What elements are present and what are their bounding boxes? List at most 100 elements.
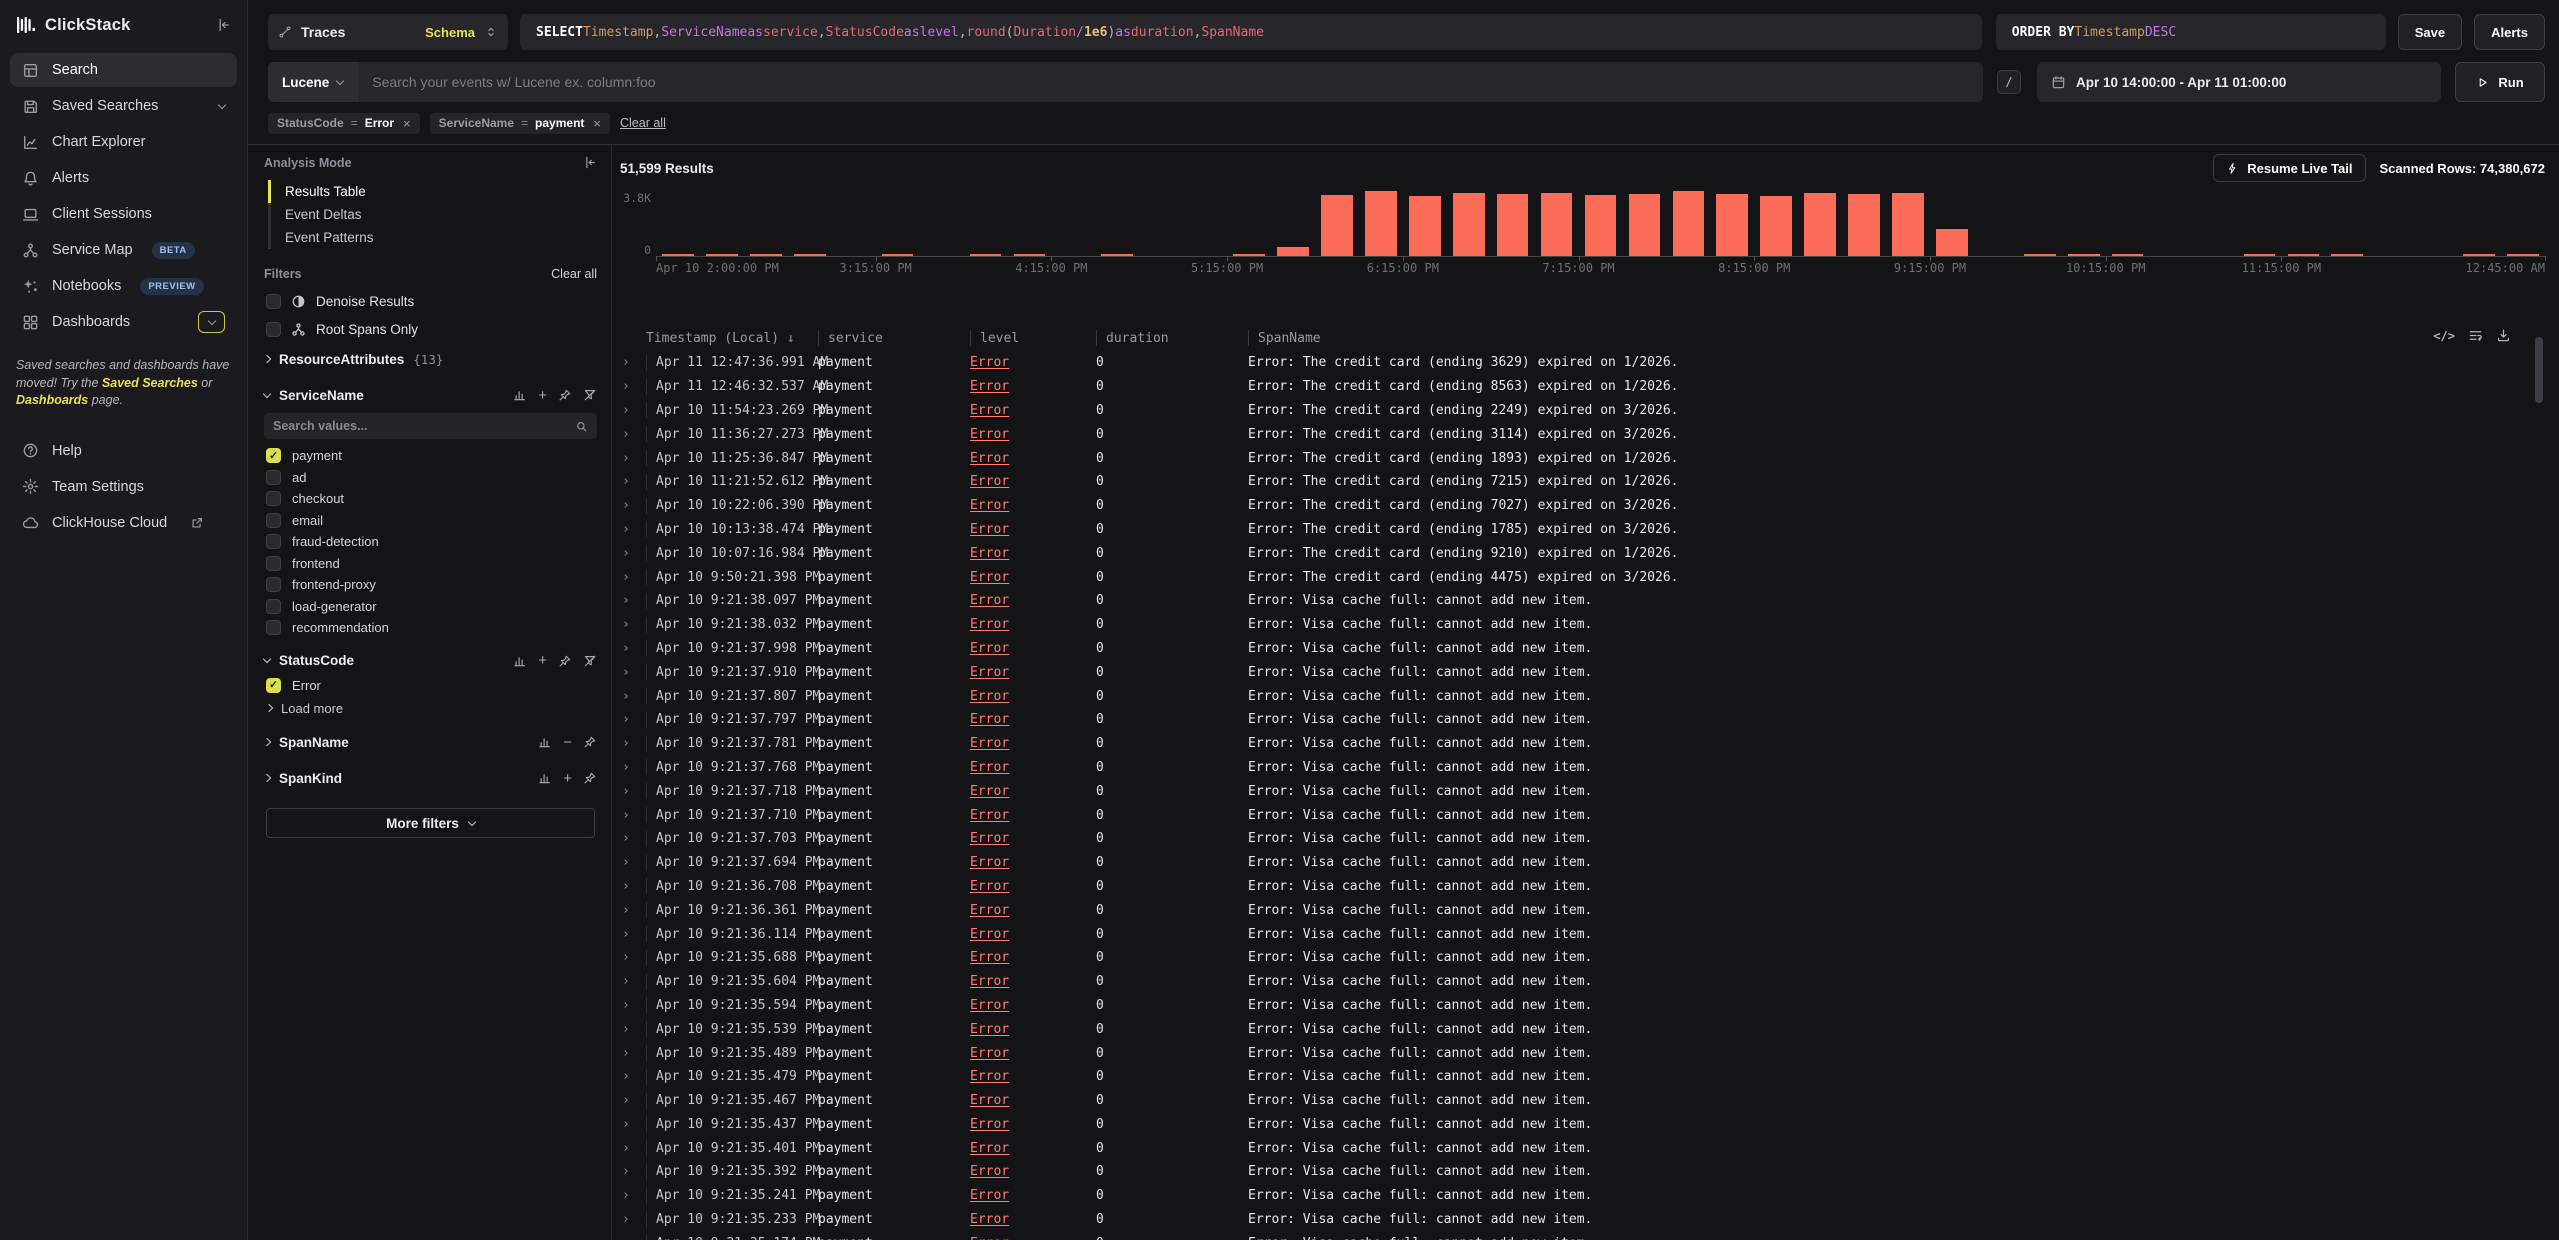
table-row[interactable]: ›Apr 10 9:21:38.097 PMpaymentError0Error… xyxy=(620,589,2545,613)
table-row[interactable]: ›Apr 10 9:21:35.233 PMpaymentError0Error… xyxy=(620,1208,2545,1232)
table-row[interactable]: ›Apr 10 9:21:35.604 PMpaymentError0Error… xyxy=(620,970,2545,994)
filter-values-search-input[interactable] xyxy=(273,419,575,433)
row-expander-icon[interactable]: › xyxy=(620,927,646,942)
row-expander-icon[interactable]: › xyxy=(620,427,646,442)
order-by-input[interactable]: ORDER BY Timestamp DESC xyxy=(1996,14,2386,50)
filter-value-load-generator[interactable]: load-generator xyxy=(264,596,597,618)
filter-value-ad[interactable]: ad xyxy=(264,467,597,489)
table-row[interactable]: ›Apr 10 9:21:37.703 PMpaymentError0Error… xyxy=(620,827,2545,851)
bar-chart-icon[interactable] xyxy=(538,735,552,749)
table-row[interactable]: ›Apr 10 9:50:21.398 PMpaymentError0Error… xyxy=(620,565,2545,589)
table-row[interactable]: ›Apr 11 12:47:36.991 AMpaymentError0Erro… xyxy=(620,351,2545,375)
row-expander-icon[interactable]: › xyxy=(620,879,646,894)
row-expander-icon[interactable]: › xyxy=(620,474,646,489)
wrap-lines-icon[interactable] xyxy=(2468,328,2483,343)
filter-group-header[interactable]: ServiceName+ xyxy=(264,381,597,409)
histogram-plot[interactable] xyxy=(656,191,2545,257)
minus-icon[interactable]: − xyxy=(563,735,572,750)
table-row[interactable]: ›Apr 10 11:25:36.847 PMpaymentError0Erro… xyxy=(620,446,2545,470)
table-row[interactable]: ›Apr 10 9:21:35.467 PMpaymentError0Error… xyxy=(620,1089,2545,1113)
table-row[interactable]: ›Apr 10 9:21:35.539 PMpaymentError0Error… xyxy=(620,1017,2545,1041)
filter-group-header[interactable]: ResourceAttributes{13} xyxy=(264,345,597,373)
checkbox[interactable] xyxy=(266,534,281,549)
filter-group-header[interactable]: SpanName− xyxy=(264,728,597,756)
table-row[interactable]: ›Apr 10 9:21:35.392 PMpaymentError0Error… xyxy=(620,1160,2545,1184)
plus-icon[interactable]: + xyxy=(538,653,547,668)
table-row[interactable]: ›Apr 10 9:21:37.910 PMpaymentError0Error… xyxy=(620,660,2545,684)
bar-chart-icon[interactable] xyxy=(513,654,527,668)
pin-icon[interactable] xyxy=(583,771,597,785)
checkbox[interactable] xyxy=(266,577,281,592)
row-expander-icon[interactable]: › xyxy=(620,689,646,704)
filter-off-icon[interactable] xyxy=(583,654,597,668)
analysis-mode-results-table[interactable]: Results Table xyxy=(268,180,597,203)
table-row[interactable]: ›Apr 10 9:21:37.710 PMpaymentError0Error… xyxy=(620,803,2545,827)
row-expander-icon[interactable]: › xyxy=(620,1069,646,1084)
download-icon[interactable] xyxy=(2496,328,2511,343)
row-expander-icon[interactable]: › xyxy=(620,736,646,751)
table-scrollbar[interactable] xyxy=(2535,337,2543,403)
table-row[interactable]: ›Apr 10 9:21:37.781 PMpaymentError0Error… xyxy=(620,732,2545,756)
sidebar-item-help[interactable]: Help xyxy=(10,434,237,468)
row-expander-icon[interactable]: › xyxy=(620,379,646,394)
filter-value-fraud-detection[interactable]: fraud-detection xyxy=(264,531,597,553)
filter-value-recommendation[interactable]: recommendation xyxy=(264,617,597,639)
table-row[interactable]: ›Apr 10 9:21:35.479 PMpaymentError0Error… xyxy=(620,1065,2545,1089)
row-expander-icon[interactable]: › xyxy=(620,546,646,561)
sidebar-collapse-icon[interactable] xyxy=(215,17,231,33)
row-expander-icon[interactable]: › xyxy=(620,831,646,846)
search-input[interactable] xyxy=(358,62,1983,102)
row-expander-icon[interactable]: › xyxy=(620,974,646,989)
checkbox[interactable] xyxy=(266,322,281,337)
table-row[interactable]: ›Apr 10 9:21:35.241 PMpaymentError0Error… xyxy=(620,1184,2545,1208)
row-expander-icon[interactable]: › xyxy=(620,1141,646,1156)
run-button[interactable]: Run xyxy=(2455,62,2545,102)
sidebar-item-team-settings[interactable]: Team Settings xyxy=(10,470,237,504)
schema-button[interactable]: Schema xyxy=(425,25,475,40)
alerts-button[interactable]: Alerts xyxy=(2474,14,2545,50)
table-row[interactable]: ›Apr 10 9:21:36.708 PMpaymentError0Error… xyxy=(620,875,2545,899)
filter-value-payment[interactable]: ✓payment xyxy=(264,445,597,467)
table-row[interactable]: ›Apr 10 11:21:52.612 PMpaymentError0Erro… xyxy=(620,470,2545,494)
checkbox[interactable] xyxy=(266,513,281,528)
checkbox[interactable] xyxy=(266,599,281,614)
sidebar-item-search[interactable]: Search xyxy=(10,53,237,87)
sidebar-item-saved-searches[interactable]: Saved Searches xyxy=(10,89,237,123)
row-expander-icon[interactable]: › xyxy=(620,760,646,775)
row-expander-icon[interactable]: › xyxy=(620,665,646,680)
load-more[interactable]: Load more xyxy=(264,696,597,720)
filter-group-header[interactable]: SpanKind+ xyxy=(264,764,597,792)
row-expander-icon[interactable]: › xyxy=(620,1046,646,1061)
plus-icon[interactable]: + xyxy=(538,388,547,403)
filter-value-error[interactable]: ✓Error xyxy=(264,675,597,697)
table-row[interactable]: ›Apr 11 12:46:32.537 AMpaymentError0Erro… xyxy=(620,375,2545,399)
analysis-mode-event-deltas[interactable]: Event Deltas xyxy=(268,203,597,226)
filter-group-header[interactable]: StatusCode+ xyxy=(264,647,597,675)
checkbox[interactable] xyxy=(266,620,281,635)
row-expander-icon[interactable]: › xyxy=(620,1164,646,1179)
table-row[interactable]: ›Apr 10 9:21:36.361 PMpaymentError0Error… xyxy=(620,898,2545,922)
pin-icon[interactable] xyxy=(583,735,597,749)
checkbox[interactable] xyxy=(266,294,281,309)
table-row[interactable]: ›Apr 10 9:21:37.694 PMpaymentError0Error… xyxy=(620,851,2545,875)
panel-collapse-icon[interactable] xyxy=(582,155,597,170)
row-expander-icon[interactable]: › xyxy=(620,593,646,608)
sql-view-icon[interactable]: </> xyxy=(2433,329,2455,343)
table-row[interactable]: ›Apr 10 10:07:16.984 PMpaymentError0Erro… xyxy=(620,541,2545,565)
checkbox[interactable]: ✓ xyxy=(266,448,281,463)
source-selector[interactable]: Traces Schema xyxy=(268,14,508,50)
table-row[interactable]: ›Apr 10 9:21:35.688 PMpaymentError0Error… xyxy=(620,946,2545,970)
table-row[interactable]: ›Apr 10 9:21:35.401 PMpaymentError0Error… xyxy=(620,1136,2545,1160)
table-row[interactable]: ›Apr 10 9:21:37.797 PMpaymentError0Error… xyxy=(620,708,2545,732)
analysis-mode-event-patterns[interactable]: Event Patterns xyxy=(268,226,597,249)
checkbox[interactable] xyxy=(266,491,281,506)
table-row[interactable]: ›Apr 10 11:54:23.269 PMpaymentError0Erro… xyxy=(620,399,2545,423)
bar-chart-icon[interactable] xyxy=(538,771,552,785)
row-expander-icon[interactable]: › xyxy=(620,712,646,727)
sidebar-item-service-map[interactable]: Service MapBETA xyxy=(10,233,237,267)
date-range-picker[interactable]: Apr 10 14:00:00 - Apr 11 01:00:00 xyxy=(2037,62,2441,102)
table-row[interactable]: ›Apr 10 9:21:37.807 PMpaymentError0Error… xyxy=(620,684,2545,708)
sidebar-item-notebooks[interactable]: NotebooksPREVIEW xyxy=(10,269,237,303)
filters-clear-all[interactable]: Clear all xyxy=(551,267,597,281)
sql-select-input[interactable]: SELECT Timestamp, ServiceName as service… xyxy=(520,14,1982,50)
